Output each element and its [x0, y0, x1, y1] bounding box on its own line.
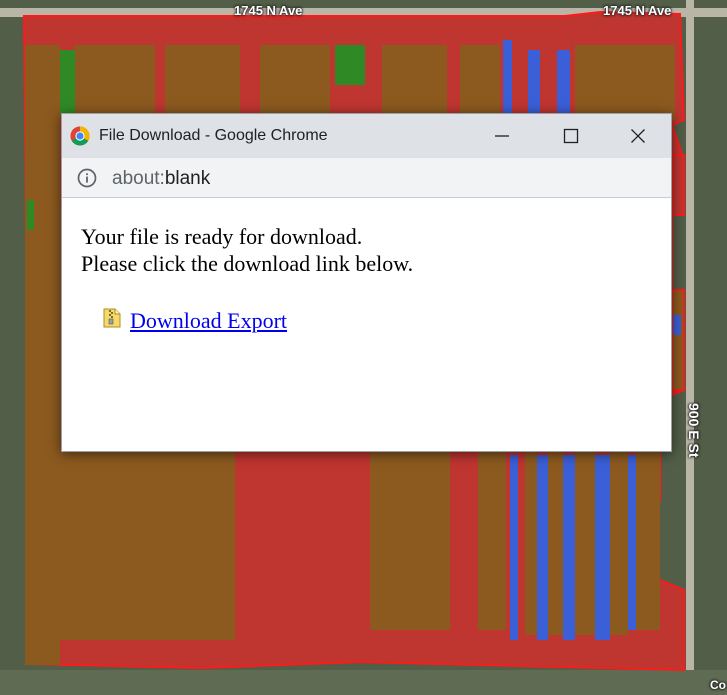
minimize-icon	[495, 135, 509, 137]
instruction-message: Please click the download link below.	[81, 251, 414, 276]
download-export-link[interactable]: Download Export	[130, 308, 287, 334]
road-label-top-left: 1745 N Ave	[234, 3, 303, 18]
zip-file-icon	[103, 308, 121, 328]
info-icon[interactable]	[77, 168, 97, 188]
road-label-top-right: 1745 N Ave	[603, 3, 672, 18]
url-scheme: about:	[112, 168, 165, 189]
maximize-icon	[563, 128, 579, 144]
page-content: Your file is ready for download. Please …	[62, 200, 671, 451]
road-right	[686, 0, 694, 695]
close-button[interactable]	[615, 114, 661, 158]
window-title: File Download - Google Chrome	[99, 127, 328, 144]
close-icon	[631, 129, 645, 143]
road-label-corner: Co	[710, 678, 726, 692]
address-bar[interactable]: about:blank	[62, 158, 671, 198]
minimize-button[interactable]	[479, 114, 525, 158]
window-titlebar[interactable]: File Download - Google Chrome	[62, 114, 671, 158]
chrome-logo-icon	[70, 126, 90, 146]
url-text[interactable]: about:blank	[112, 168, 210, 190]
url-host: blank	[164, 168, 211, 189]
ready-message: Your file is ready for download.	[81, 224, 363, 249]
maximize-button[interactable]	[548, 114, 594, 158]
file-download-window: File Download - Google Chrome about:blan…	[61, 113, 672, 452]
road-label-right: 900 E St	[686, 403, 702, 458]
